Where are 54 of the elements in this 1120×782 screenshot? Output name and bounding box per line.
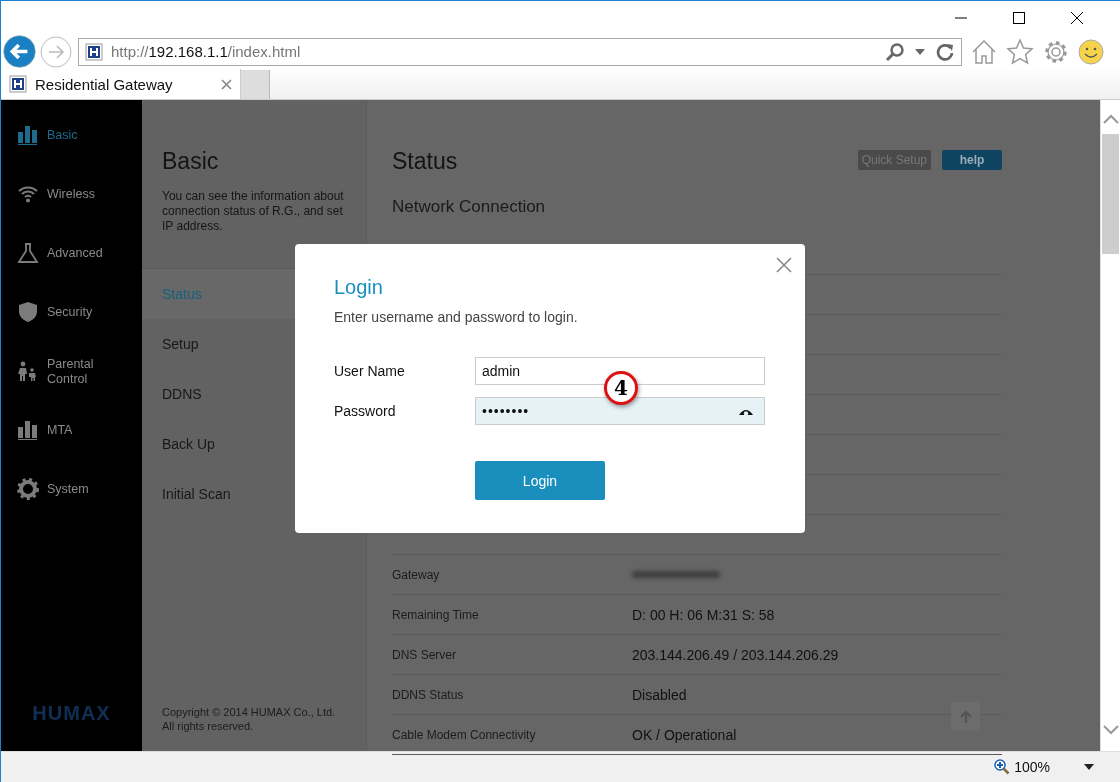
section-title: Basic	[162, 148, 220, 175]
field-label: Gateway	[392, 567, 441, 582]
home-icon[interactable]	[970, 37, 998, 66]
scrollbar-thumb[interactable]	[1102, 134, 1119, 254]
gear-icon	[17, 477, 39, 500]
help-button[interactable]: help	[942, 150, 1002, 170]
dropdown-caret-icon[interactable]	[1084, 764, 1094, 770]
zoom-level[interactable]: 100%	[1014, 759, 1050, 775]
page-title: Status	[392, 148, 458, 175]
field-value: Disabled	[632, 686, 687, 703]
sidebar-item[interactable]: System	[1, 460, 142, 519]
smiley-icon[interactable]	[1078, 38, 1104, 65]
step-number-badge: 4	[604, 371, 638, 405]
address-bar[interactable]: http://192.168.1.1/index.html	[78, 37, 962, 66]
field-label: Password	[334, 403, 397, 419]
field-label: User Name	[334, 363, 406, 379]
section-heading: Network Connection	[392, 197, 547, 217]
login-button[interactable]: Login	[475, 461, 605, 500]
site-icon	[85, 42, 103, 61]
scroll-down-icon[interactable]	[1102, 725, 1119, 735]
scroll-up-icon[interactable]	[1102, 114, 1119, 124]
field-label: Cable Modem Connectivity	[392, 727, 537, 742]
field-value: D: 00 H: 06 M:31 S: 58	[632, 606, 775, 623]
sidebar-item[interactable]: MTA	[1, 401, 142, 460]
field-value: OK / Operational	[632, 726, 737, 743]
refresh-icon[interactable]	[935, 41, 955, 62]
brand-logo: HUMAX	[31, 702, 112, 725]
close-icon[interactable]	[1070, 11, 1084, 25]
bar-chart-icon	[17, 123, 39, 146]
close-tab-icon[interactable]	[221, 78, 232, 90]
family-icon	[17, 359, 39, 382]
browser-tab[interactable]: Residential Gateway	[1, 69, 241, 99]
site-icon	[9, 75, 27, 93]
search-icon[interactable]	[885, 41, 905, 62]
copyright-text: All rights reserved.	[162, 719, 255, 733]
shield-icon	[17, 300, 39, 323]
back-button[interactable]	[3, 35, 36, 68]
section-description: You can see the information about connection status of R.G., and set IP address.	[162, 189, 345, 234]
field-label: DDNS Status	[392, 687, 465, 702]
sidebar-item[interactable]: Wireless	[1, 165, 142, 224]
flask-icon	[17, 241, 39, 264]
maximize-icon[interactable]	[1012, 11, 1026, 25]
copyright-text: Copyright © 2014 HUMAX Co., Ltd.	[162, 705, 337, 719]
field-label: DNS Server	[392, 647, 457, 662]
sidebar-item[interactable]: Advanced	[1, 224, 142, 283]
sidebar-item[interactable]: Security	[1, 283, 142, 342]
bar-chart-icon	[17, 418, 39, 441]
password-field[interactable]: ••••••••	[475, 397, 765, 425]
sidebar-item[interactable]: Parental Control	[1, 342, 142, 401]
sidebar-item[interactable]: Basic	[1, 106, 142, 165]
field-value: 203.144.206.49 / 203.144.206.29	[632, 646, 839, 663]
favorites-star-icon[interactable]	[1006, 37, 1034, 66]
zoom-icon[interactable]	[994, 759, 1011, 775]
field-label: Remaining Time	[392, 607, 480, 622]
